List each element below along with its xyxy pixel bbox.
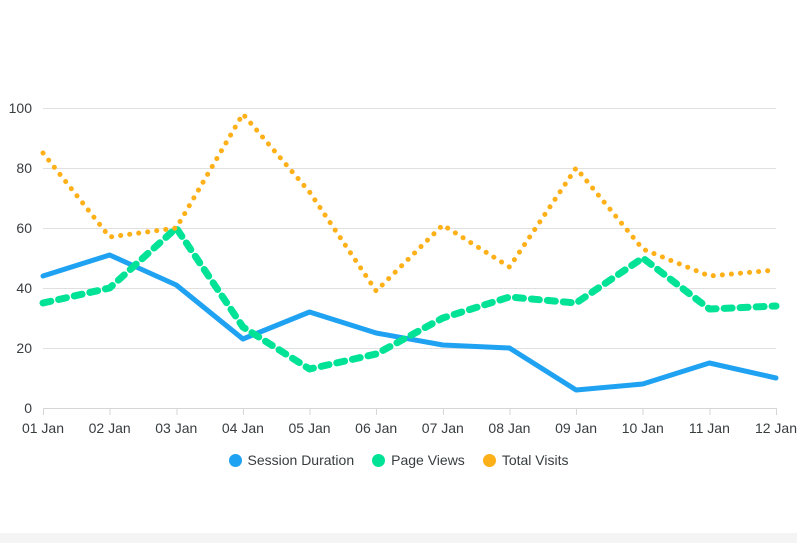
legend-marker-icon: [228, 453, 242, 467]
x-axis-tick-label: 12 Jan: [755, 420, 797, 436]
legend-item-label: Page Views: [391, 452, 465, 468]
line-chart-widget: 100 80 60 40 20 0 01 Jan 02 Jan 03 Jan 04 Jan 05 …: [0, 0, 797, 543]
legend-marker-icon: [372, 453, 386, 467]
y-axis-tick-label: 20: [16, 340, 32, 356]
x-axis-tick-label: 11 Jan: [689, 420, 730, 436]
y-axis-tick-labels: 100 80 60 40 20 0: [9, 100, 33, 416]
y-axis-tick-label: 80: [16, 160, 32, 176]
y-axis-tick-label: 40: [16, 280, 32, 296]
chart-svg: 100 80 60 40 20 0 01 Jan 02 Jan 03 Jan 04 Jan 05 …: [9, 100, 797, 436]
x-axis-tick-label: 06 Jan: [355, 420, 397, 436]
x-axis-tick-label: 01 Jan: [22, 420, 64, 436]
x-axis-line: [43, 408, 777, 415]
x-axis-tick-label: 07 Jan: [422, 420, 464, 436]
legend-item-label: Total Visits: [501, 452, 569, 468]
legend-item-session-duration[interactable]: Session Duration: [228, 452, 355, 468]
x-axis-tick-labels: 01 Jan 02 Jan 03 Jan 04 Jan 05 Jan 06 Jan 07 J…: [22, 420, 797, 436]
x-axis-tick-label: 03 Jan: [155, 420, 197, 436]
legend-item-page-views[interactable]: Page Views: [372, 452, 465, 468]
x-axis-tick-label: 09 Jan: [555, 420, 597, 436]
series-line-total-visits: [40, 111, 779, 294]
y-axis-tick-label: 60: [16, 220, 32, 236]
x-axis-tick-label: 05 Jan: [289, 420, 331, 436]
y-axis-tick-label: 0: [24, 400, 32, 416]
x-axis-tick-label: 02 Jan: [89, 420, 131, 436]
bottom-strip: [0, 533, 797, 543]
x-axis-tick-label: 10 Jan: [622, 420, 664, 436]
y-axis-tick-label: 100: [9, 100, 33, 116]
legend-item-total-visits[interactable]: Total Visits: [482, 452, 569, 468]
legend-item-label: Session Duration: [247, 452, 355, 468]
chart-legend[interactable]: Session Duration Page Views Total Visits: [0, 452, 797, 468]
x-axis-tick-label: 08 Jan: [488, 420, 530, 436]
series-line-page-views: [39, 224, 780, 373]
legend-marker-icon: [482, 453, 496, 467]
x-axis-tick-label: 04 Jan: [222, 420, 264, 436]
chart-plot-area: 100 80 60 40 20 0 01 Jan 02 Jan 03 Jan 04 Jan 05 …: [0, 0, 797, 497]
